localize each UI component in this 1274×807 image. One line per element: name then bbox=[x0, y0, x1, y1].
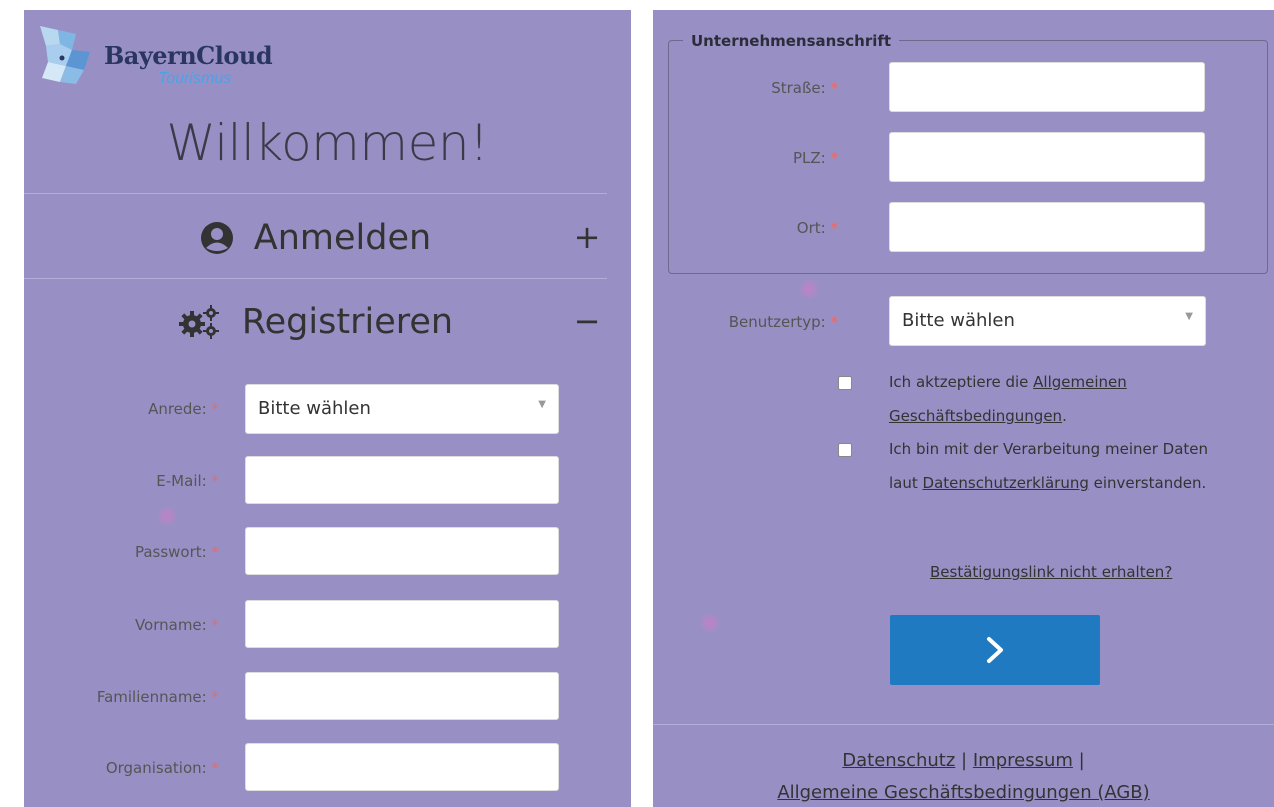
footer-separator: | bbox=[1078, 750, 1085, 771]
password-field[interactable] bbox=[245, 527, 559, 575]
street-field[interactable] bbox=[889, 62, 1205, 112]
usertype-label: Benutzertyp: * bbox=[728, 313, 838, 331]
password-row: Passwort: * bbox=[24, 527, 607, 577]
logo[interactable]: BayernCloud Tourismus bbox=[32, 26, 332, 96]
footer-separator: | bbox=[961, 750, 968, 771]
address-legend: Unternehmensanschrift bbox=[683, 32, 900, 50]
street-label: Straße: * bbox=[771, 79, 838, 97]
decorative-dot bbox=[800, 280, 818, 298]
privacy-checkbox[interactable] bbox=[838, 443, 852, 457]
divider bbox=[653, 724, 1274, 725]
chevron-right-icon bbox=[987, 637, 1003, 663]
usertype-value: Bitte wählen bbox=[902, 310, 1015, 331]
collapse-toggle[interactable]: − bbox=[567, 302, 607, 340]
brand-name: BayernCloud bbox=[104, 41, 273, 70]
decorative-dot bbox=[158, 507, 176, 525]
decorative-dot bbox=[701, 614, 719, 632]
right-panel: Unternehmensanschrift Straße: * PLZ: * O… bbox=[653, 10, 1274, 807]
user-circle-icon bbox=[200, 221, 234, 255]
city-label: Ort: * bbox=[796, 219, 838, 237]
page-title: Willkommen! bbox=[166, 114, 489, 172]
left-panel: BayernCloud Tourismus Willkommen! Anmeld… bbox=[24, 10, 631, 807]
privacy-policy-link[interactable]: Datenschutzerklärung bbox=[923, 474, 1089, 492]
organisation-field[interactable] bbox=[245, 743, 559, 791]
firstname-row: Vorname: * bbox=[24, 600, 607, 650]
zip-field[interactable] bbox=[889, 132, 1205, 182]
login-section-header[interactable]: Anmelden + bbox=[24, 196, 607, 280]
privacy-consent-text: Ich bin mit der Verarbeitung meiner Date… bbox=[889, 440, 1209, 492]
footer-privacy-link[interactable]: Datenschutz bbox=[842, 750, 955, 771]
lastname-row: Familienname: * bbox=[24, 672, 607, 722]
terms-checkbox[interactable] bbox=[838, 376, 852, 390]
terms-consent-text: Ich aktzeptiere die Allgemeinen Geschäft… bbox=[889, 373, 1127, 425]
register-title: Registrieren bbox=[241, 302, 454, 342]
dropdown-arrow-icon: ▼ bbox=[538, 399, 546, 410]
email-label: E-Mail: * bbox=[156, 472, 219, 490]
lastname-field[interactable] bbox=[245, 672, 559, 720]
dropdown-arrow-icon: ▼ bbox=[1185, 311, 1193, 322]
expand-toggle[interactable]: + bbox=[567, 218, 607, 256]
register-section-header[interactable]: Registrieren − bbox=[24, 280, 607, 364]
footer-links: Datenschutz | Impressum | bbox=[653, 750, 1274, 771]
divider bbox=[24, 193, 607, 194]
organisation-label: Organisation: * bbox=[105, 759, 219, 777]
gears-icon bbox=[178, 304, 222, 340]
submit-button[interactable] bbox=[890, 615, 1100, 685]
organisation-row: Organisation: * bbox=[24, 743, 607, 793]
usertype-select[interactable]: Bitte wählen ▼ bbox=[889, 296, 1206, 346]
brand-subtitle: Tourismus bbox=[158, 70, 232, 87]
salutation-label: Anrede: * bbox=[148, 400, 219, 418]
footer-terms: Allgemeine Geschäftsbedingungen (AGB) bbox=[653, 782, 1274, 803]
salutation-select[interactable]: Bitte wählen ▼ bbox=[245, 384, 559, 434]
divider bbox=[24, 278, 607, 279]
salutation-row: Anrede: * Bitte wählen ▼ bbox=[24, 384, 607, 434]
email-row: E-Mail: * bbox=[24, 456, 607, 506]
resend-confirmation-link[interactable]: Bestätigungslink nicht erhalten? bbox=[930, 563, 1172, 581]
footer-terms-link[interactable]: Allgemeine Geschäftsbedingungen (AGB) bbox=[777, 782, 1149, 803]
firstname-label: Vorname: * bbox=[134, 616, 219, 634]
city-field[interactable] bbox=[889, 202, 1205, 252]
footer-imprint-link[interactable]: Impressum bbox=[973, 750, 1073, 771]
zip-label: PLZ: * bbox=[792, 149, 838, 167]
lastname-label: Familienname: * bbox=[96, 688, 219, 706]
password-label: Passwort: * bbox=[134, 543, 219, 561]
login-title: Anmelden bbox=[253, 218, 432, 258]
bayerncloud-logo-icon bbox=[40, 26, 90, 84]
salutation-value: Bitte wählen bbox=[258, 398, 371, 419]
firstname-field[interactable] bbox=[245, 600, 559, 648]
email-field[interactable] bbox=[245, 456, 559, 504]
